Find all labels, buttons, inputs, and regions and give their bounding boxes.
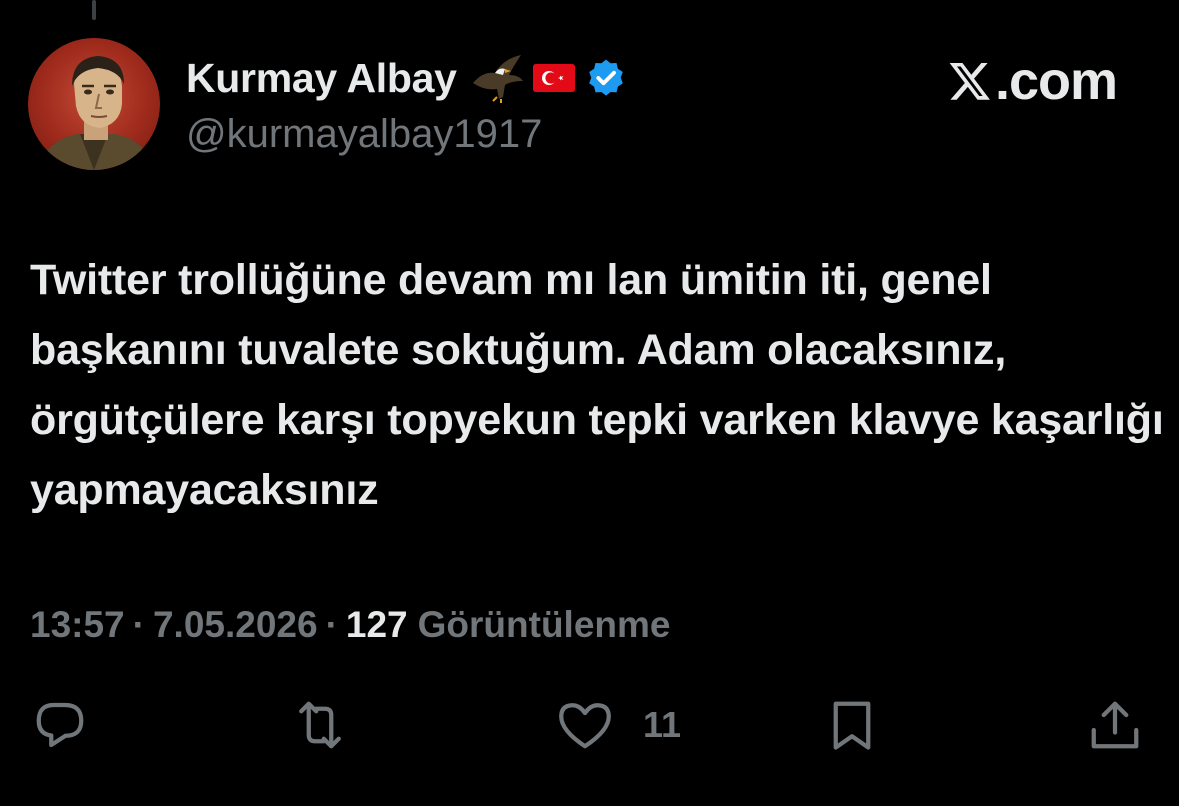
retweet-button[interactable] (290, 690, 350, 760)
x-com-watermark: .com (947, 50, 1118, 112)
views-count: 127 (345, 604, 408, 645)
like-count: 11 (643, 704, 682, 745)
author-handle[interactable]: @kurmayalbay1917 (186, 112, 627, 157)
tweet-meta: 13:57 · 7.05.2026 · 127 Görüntülenme (30, 600, 670, 650)
views-label: Görüntülenme (417, 604, 671, 645)
retweet-icon (299, 701, 341, 749)
bookmark-button[interactable] (822, 690, 882, 760)
thread-connector-line (92, 0, 96, 20)
turkey-flag-icon (532, 64, 575, 92)
avatar[interactable] (28, 38, 160, 170)
verified-badge-icon[interactable] (585, 57, 627, 99)
x-logo-icon (949, 63, 990, 100)
reply-icon (36, 702, 84, 748)
author-name-row: Kurmay Albay (186, 50, 627, 106)
share-icon (1091, 701, 1139, 749)
tweet-time[interactable]: 13:57 (30, 604, 125, 646)
reply-button[interactable] (30, 690, 90, 760)
share-button[interactable] (1085, 690, 1145, 760)
tweet-header: Kurmay Albay @kurmayalbay1917 (186, 50, 627, 157)
bookmark-icon (833, 701, 871, 750)
x-com-label: .com (994, 51, 1118, 111)
avatar-portrait (38, 56, 154, 170)
meta-separator: · (132, 604, 145, 645)
heart-icon (559, 703, 611, 749)
like-button[interactable]: 11 (555, 690, 681, 760)
author-display-name[interactable]: Kurmay Albay (186, 55, 457, 102)
meta-separator: · (325, 604, 338, 645)
tweet-action-bar: 11 (0, 690, 1179, 760)
eagle-icon (472, 55, 523, 103)
tweet-date[interactable]: 7.05.2026 (153, 604, 318, 646)
tweet-body-text: Twitter trollüğüne devam mı lan ümitin i… (30, 256, 1164, 514)
